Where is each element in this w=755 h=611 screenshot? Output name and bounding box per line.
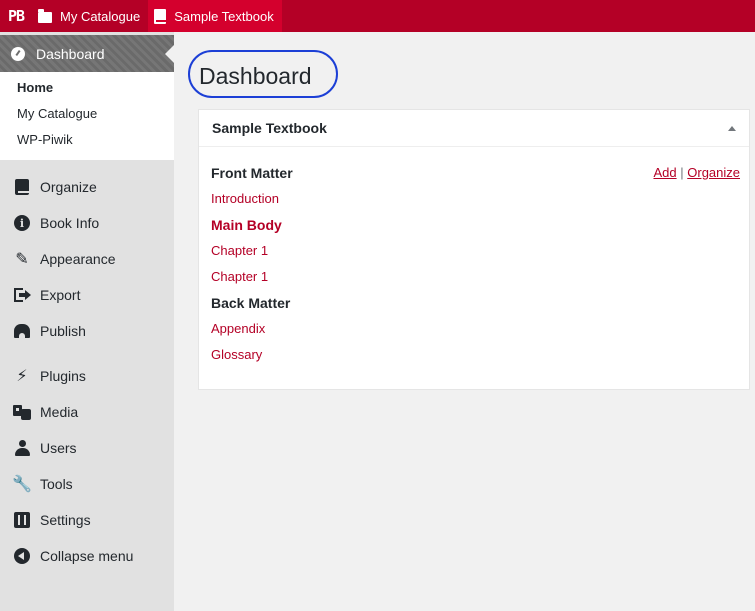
chapter-link[interactable]: Chapter 1 [211, 242, 749, 268]
sidebar-item-label: Publish [40, 323, 86, 339]
users-icon [14, 440, 30, 456]
dashboard-icon [11, 46, 25, 61]
book-contents-widget: Sample Textbook Add | Organize Front Mat… [198, 109, 750, 390]
folder-icon [38, 8, 52, 23]
sidebar-item-export[interactable]: Export [0, 277, 174, 313]
paintbrush-icon: ✎ [15, 249, 29, 268]
settings-icon [14, 512, 30, 528]
back-matter-item[interactable]: Appendix [211, 320, 749, 346]
organize-link[interactable]: Organize [687, 165, 740, 180]
submenu-item-my-catalogue[interactable]: My Catalogue [0, 101, 174, 127]
my-catalogue-label: My Catalogue [60, 8, 141, 24]
sidebar-item-label: Export [40, 287, 81, 303]
sidebar-item-organize[interactable]: Organize [0, 169, 174, 205]
chapter-link[interactable]: Chapter 1 [211, 268, 749, 294]
book-icon [154, 8, 167, 24]
collapse-menu-button[interactable]: Collapse menu [0, 538, 174, 574]
main-body-heading[interactable]: Main Body [211, 216, 749, 242]
sidebar-item-label: Tools [40, 476, 73, 492]
sidebar-item-book-info[interactable]: i Book Info [0, 205, 174, 241]
front-matter-item[interactable]: Introduction [211, 190, 749, 216]
sidebar-item-label: Media [40, 404, 79, 420]
book-title-label: Sample Textbook [174, 8, 274, 24]
info-icon: i [14, 215, 30, 231]
submenu-item-wp-piwik[interactable]: WP-Piwik [0, 127, 174, 153]
export-icon [14, 288, 31, 302]
widget-header[interactable]: Sample Textbook [199, 110, 749, 147]
actions-separator: | [680, 165, 684, 180]
book-title-link[interactable]: Sample Textbook [148, 0, 282, 32]
media-icon [13, 404, 31, 420]
sidebar-item-media[interactable]: Media [0, 394, 174, 430]
store-icon [14, 324, 30, 338]
my-catalogue-link[interactable]: My Catalogue [32, 0, 148, 32]
sidebar-item-plugins[interactable]: ⚡ Plugins [0, 358, 174, 394]
sidebar-item-settings[interactable]: Settings [0, 502, 174, 538]
menu-separator [0, 160, 174, 169]
plugin-icon: ⚡ [16, 366, 28, 385]
sidebar-item-label: Plugins [40, 368, 86, 384]
back-matter-item[interactable]: Glossary [211, 346, 749, 372]
sidebar-item-publish[interactable]: Publish [0, 313, 174, 349]
widget-body: Add | Organize Front Matter Introduction… [199, 147, 749, 372]
sidebar-item-tools[interactable]: 🔧 Tools [0, 466, 174, 502]
add-link[interactable]: Add [653, 165, 676, 180]
widget-title: Sample Textbook [212, 120, 327, 136]
page-title: Dashboard [199, 63, 312, 89]
sidebar-item-appearance[interactable]: ✎ Appearance [0, 241, 174, 277]
pressbooks-logo[interactable]: PB [0, 0, 32, 32]
sidebar-item-label: Organize [40, 179, 97, 195]
wrench-icon: 🔧 [12, 474, 32, 493]
collapse-icon [14, 548, 30, 564]
sidebar-item-label: Appearance [40, 251, 116, 267]
sidebar-item-label: Collapse menu [40, 548, 134, 564]
menu-separator [0, 349, 174, 358]
submenu-item-home[interactable]: Home [0, 75, 174, 101]
dashboard-submenu: Home My Catalogue WP-Piwik [0, 72, 174, 160]
sidebar-item-label: Book Info [40, 215, 100, 231]
back-matter-heading: Back Matter [211, 295, 291, 311]
sidebar-item-users[interactable]: Users [0, 430, 174, 466]
admin-bar: PB My Catalogue Sample Textbook [0, 0, 755, 32]
sidebar-item-label: Dashboard [36, 45, 105, 62]
collapse-toggle-icon[interactable] [728, 125, 736, 131]
sidebar-item-label: Users [40, 440, 77, 456]
sidebar-item-dashboard[interactable]: Dashboard [0, 35, 174, 72]
admin-sidebar: Dashboard Home My Catalogue WP-Piwik Org… [0, 32, 174, 611]
widget-actions: Add | Organize [653, 164, 740, 182]
book-icon [15, 179, 29, 195]
sidebar-item-label: Settings [40, 512, 91, 528]
